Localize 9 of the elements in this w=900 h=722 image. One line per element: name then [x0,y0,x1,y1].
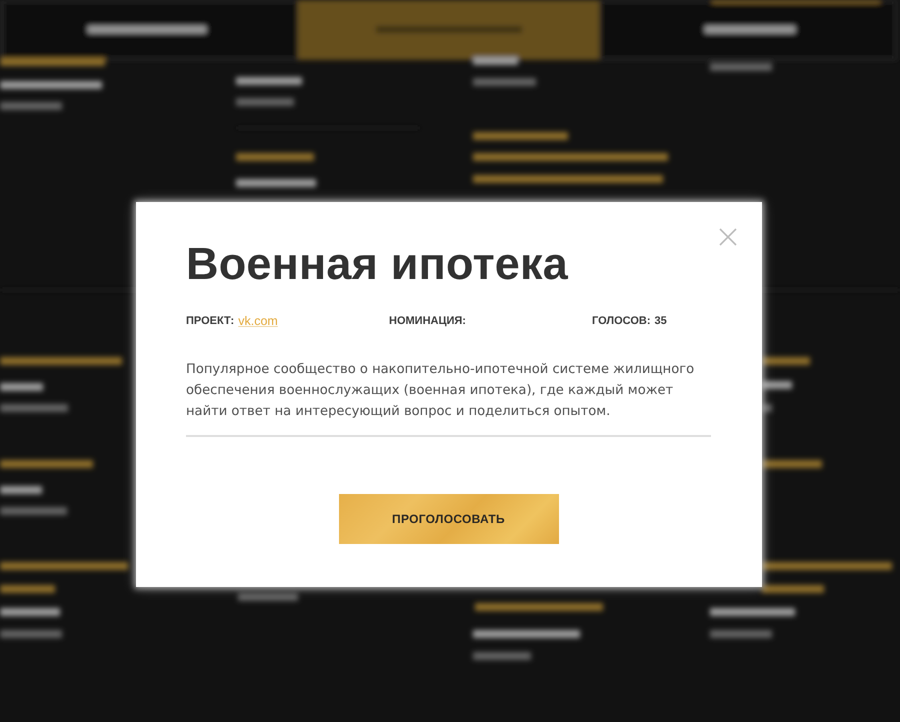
meta-value: 35 [654,314,667,329]
close-icon [719,228,737,246]
close-button[interactable] [719,228,737,246]
modal-title: Военная ипотека [186,238,569,290]
meta-label: НОМИНАЦИЯ: [389,314,466,329]
meta-label: ПРОЕКТ: [186,314,234,329]
project-description: Популярное сообщество о накопительно-ипотечной системе жилищного обеспечения военнослужащих (военная ипотека), где каждый может найти ответ на интересующий вопрос и поделиться опытом. [186,361,696,421]
vote-button[interactable]: ПРОГОЛОСОВАТЬ [338,494,558,544]
meta-label: ГОЛОСОВ: [592,314,650,329]
